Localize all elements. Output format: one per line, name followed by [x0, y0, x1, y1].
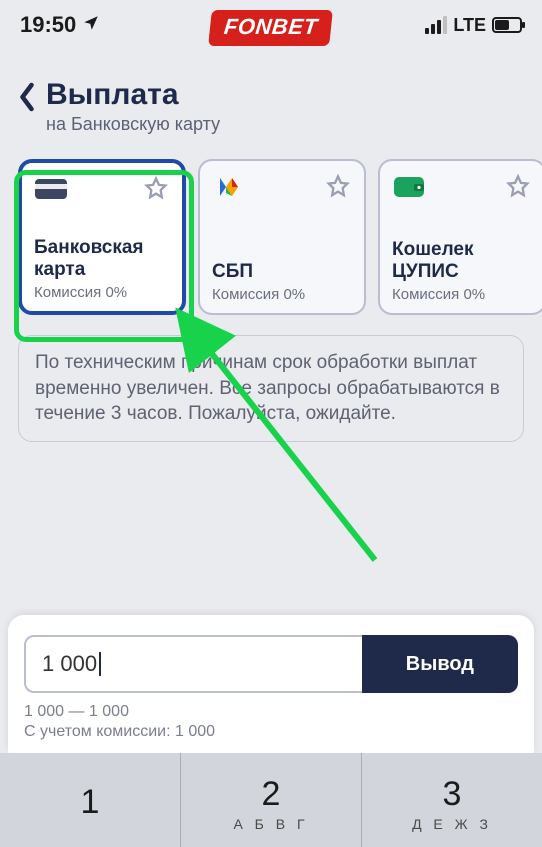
page-subtitle: на Банковскую карту: [46, 114, 220, 135]
amount-input[interactable]: 1 000: [24, 635, 362, 693]
status-bar: 19:50 LTE: [0, 0, 542, 44]
key-digit: 1: [81, 783, 100, 822]
battery-icon: [492, 17, 522, 33]
key-1[interactable]: 1: [0, 753, 181, 847]
method-fee: Комиссия 0%: [212, 286, 352, 303]
clock: 19:50: [20, 12, 76, 38]
key-2[interactable]: 2 А Б В Г: [181, 753, 362, 847]
method-card-bank[interactable]: Банковская карта Комиссия 0%: [18, 159, 186, 315]
favorite-star-icon[interactable]: [504, 173, 532, 201]
method-name: Банковская карта: [34, 237, 170, 281]
key-3[interactable]: 3 Д Е Ж З: [362, 753, 542, 847]
key-digit: 2: [262, 775, 281, 814]
key-letters: Д Е Ж З: [412, 816, 492, 832]
numeric-keyboard: 1 2 А Б В Г 3 Д Е Ж З: [0, 753, 542, 847]
sbp-icon: [212, 173, 246, 201]
amount-panel: 1 000 Вывод 1 000 — 1 000 С учетом комис…: [8, 615, 534, 753]
signal-icon: [425, 16, 447, 34]
withdraw-button[interactable]: Вывод: [362, 635, 518, 693]
wallet-icon: [392, 173, 426, 201]
key-letters: А Б В Г: [233, 816, 308, 832]
favorite-star-icon[interactable]: [142, 175, 170, 203]
card-icon: [34, 175, 68, 203]
page-title: Выплата: [46, 78, 220, 112]
method-name: Кошелек ЦУПИС: [392, 239, 532, 283]
location-icon: [82, 12, 100, 38]
method-fee: Комиссия 0%: [392, 286, 532, 303]
favorite-star-icon[interactable]: [324, 173, 352, 201]
network-label: LTE: [453, 15, 486, 36]
amount-fee-note: С учетом комиссии: 1 000: [24, 723, 518, 741]
method-name: СБП: [212, 261, 352, 283]
method-card-sbp[interactable]: СБП Комиссия 0%: [198, 159, 366, 315]
amount-value: 1 000: [42, 651, 97, 677]
back-button[interactable]: [18, 82, 36, 119]
key-digit: 3: [443, 775, 462, 814]
processing-notice: По техническим причинам срок обработки в…: [18, 335, 524, 442]
method-card-wallet[interactable]: Кошелек ЦУПИС Комиссия 0%: [378, 159, 542, 315]
method-fee: Комиссия 0%: [34, 284, 170, 301]
payout-methods: Банковская карта Комиссия 0% СБП Комисси…: [0, 145, 542, 319]
amount-limits: 1 000 — 1 000: [24, 703, 518, 721]
